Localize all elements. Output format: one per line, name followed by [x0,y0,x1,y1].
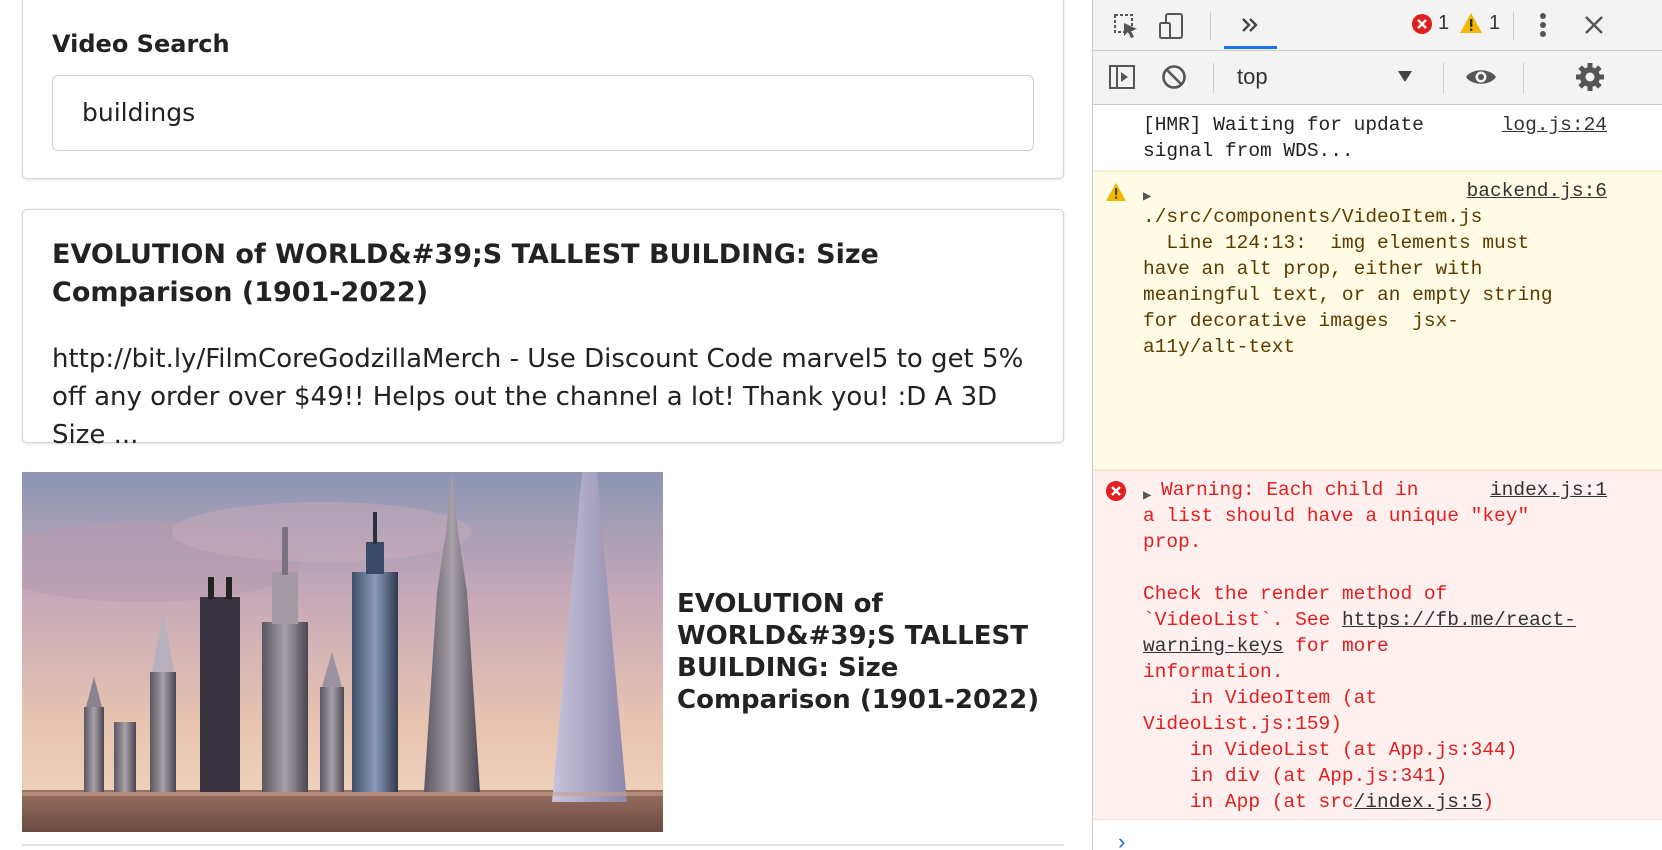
active-tab-indicator [1224,46,1277,49]
console-warning-message: ▶ backend.js:6 ./src/components/VideoIte… [1093,171,1662,470]
error-text-part-3: ) [1482,791,1495,813]
device-toolbar-icon[interactable] [1155,10,1189,42]
video-thumbnail[interactable] [22,472,663,832]
inspect-element-icon[interactable] [1109,10,1143,42]
warning-count-icon[interactable] [1458,11,1484,35]
search-input[interactable]: buildings [52,75,1034,151]
toolbar-separator [1443,63,1444,93]
console-settings-gear-icon[interactable] [1573,60,1607,94]
devtools-panel: 1 1 top [HMR] Waiting for update signal … [1092,0,1662,850]
stack-source-link[interactable]: /index.js:5 [1354,791,1483,813]
log-source-link[interactable]: log.js:24 [1502,112,1607,138]
devtools-main-toolbar: 1 1 [1093,0,1662,51]
error-text: Warning: Each child in a list should hav… [1143,477,1603,815]
more-options-icon[interactable] [1528,10,1558,40]
toolbar-separator [1523,63,1524,93]
warning-source-link[interactable]: backend.js:6 [1467,178,1607,204]
console-toolbar: top [1093,51,1662,105]
video-detail-title: EVOLUTION of WORLD&#39;S TALLEST BUILDIN… [52,239,879,308]
app-area: Video Search buildings EVOLUTION of WORL… [0,0,1092,850]
context-selector[interactable]: top [1237,64,1268,90]
video-detail-description: http://bit.ly/FilmCoreGodzillaMerch - Us… [52,344,1024,450]
search-bar-card: Video Search buildings [22,0,1064,179]
more-tabs-chevron-icon[interactable] [1225,6,1275,44]
live-expression-eye-icon[interactable] [1453,62,1509,92]
console-log-message: [HMR] Waiting for update signal from WDS… [1093,106,1662,171]
warning-text: ./src/components/VideoItem.js Line 124:1… [1143,206,1553,358]
toolbar-separator [1213,63,1214,93]
show-sidebar-icon[interactable] [1107,62,1137,92]
console-error-message: ▶ index.js:1 Warning: Each child in a li… [1093,470,1662,820]
close-devtools-icon[interactable] [1579,10,1609,40]
console-output: [HMR] Waiting for update signal from WDS… [1093,106,1662,850]
error-icon [1105,480,1127,510]
video-item-title[interactable]: EVOLUTION of WORLD&#39;S TALLEST BUILDIN… [677,588,1057,716]
search-label: Video Search [52,30,230,58]
toolbar-separator [1513,12,1514,40]
console-prompt-icon[interactable]: › [1115,831,1128,850]
context-dropdown-arrow-icon[interactable] [1396,67,1414,85]
error-count[interactable]: 1 [1438,12,1449,35]
toolbar-separator [1210,12,1211,40]
error-count-icon[interactable] [1410,12,1434,36]
item-divider [22,844,1064,846]
skyscraper-thumbnail-image [22,472,663,832]
warning-count[interactable]: 1 [1489,12,1500,35]
error-link-line-1[interactable]: https://fb.me/reac [1342,609,1553,631]
error-text-part-2: for more information. in VideoItem (at V… [1143,635,1518,813]
clear-console-icon[interactable] [1159,62,1189,92]
video-list-item[interactable]: EVOLUTION of WORLD&#39;S TALLEST BUILDIN… [22,472,1064,846]
video-detail-card: EVOLUTION of WORLD&#39;S TALLEST BUILDIN… [22,209,1064,450]
warning-icon [1105,182,1127,210]
